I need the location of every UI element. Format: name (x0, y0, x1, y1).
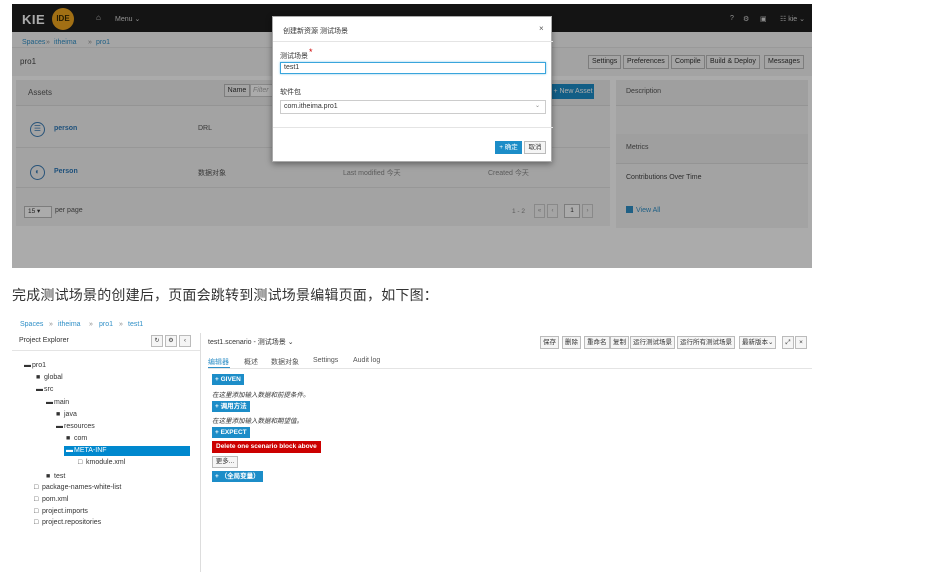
folder-open-icon: ▬ (46, 399, 53, 406)
editor-title: test1.scenario - 测试场景 ⌄ (208, 339, 294, 346)
folder-open-icon: ▬ (66, 447, 73, 454)
tree-item-com[interactable]: ■ com (66, 435, 87, 442)
tree-item-resources[interactable]: ▬resources (56, 423, 95, 430)
tree-item-pom[interactable]: □ pom.xml (34, 496, 68, 503)
scenario-name-input[interactable]: test1 (280, 62, 546, 74)
tab-data-objects[interactable]: 数据对象 (271, 357, 299, 367)
close-icon[interactable]: × (795, 336, 807, 349)
tree-item-pro1[interactable]: ▬pro1 (24, 362, 46, 369)
add-expect-button[interactable]: + EXPECT (212, 427, 250, 438)
folder-open-icon: ▬ (56, 423, 63, 430)
package-label: 软件包 (280, 89, 301, 96)
divider (273, 127, 553, 128)
file-icon: □ (78, 459, 83, 466)
save-button[interactable]: 保存 (540, 336, 559, 349)
call-method-button[interactable]: + 调用方法 (212, 401, 250, 412)
dialog-title: 创建新资源 测试场景 (283, 28, 348, 35)
caption-text: 完成测试场景的创建后，页面会跳转到测试场景编辑页面，如下图： (12, 288, 438, 304)
chevron-down-icon: ⌄ (535, 103, 541, 109)
tree-item-kmodule[interactable]: □ kmodule.xml (78, 459, 125, 466)
run-all-scenarios-button[interactable]: 运行所有测试场景 (677, 336, 735, 349)
tree-item-project-imports[interactable]: □ project.imports (34, 508, 88, 515)
call-method-hint: 在这里添加输入数据和期望值。 (212, 418, 303, 425)
folder-open-icon: ▬ (36, 386, 43, 393)
folder-icon: ■ (56, 411, 61, 418)
tab-audit-log[interactable]: Audit log (353, 357, 380, 364)
tree-item-main[interactable]: ▬main (46, 399, 69, 406)
tree-item-global[interactable]: ■ global (36, 374, 63, 381)
gear-icon[interactable]: ⚙ (165, 335, 177, 347)
tab-settings[interactable]: Settings (313, 357, 338, 364)
latest-version-dropdown[interactable]: 最新版本⌄ (739, 336, 777, 349)
tree-item-java[interactable]: ■ java (56, 411, 77, 418)
scenario-editor-screenshot: Spaces » itheima » pro1 » test1 Project … (12, 316, 812, 572)
tab-overview[interactable]: 概述 (244, 357, 258, 367)
breadcrumb-separator: » (119, 321, 123, 328)
breadcrumb-pro1[interactable]: pro1 (99, 321, 113, 328)
add-global-button[interactable]: + （全局变量） (212, 471, 263, 482)
maximize-icon[interactable]: ⤢ (782, 336, 794, 349)
breadcrumb-test1[interactable]: test1 (128, 321, 143, 328)
collapse-icon[interactable]: ‹ (179, 335, 191, 347)
create-asset-screenshot: KIE IDE ⌂ Menu ⌄ ? ⚙ ▣ ☷ kie ⌄ Spaces » … (12, 4, 812, 268)
tab-editor[interactable]: 编辑器 (208, 357, 229, 367)
breadcrumb-spaces[interactable]: Spaces (20, 321, 43, 328)
tree-item-package-names[interactable]: □ package-names-white-list (34, 484, 121, 491)
divider (273, 41, 553, 42)
package-select[interactable]: com.itheima.pro1 (280, 100, 546, 114)
breadcrumb-itheima[interactable]: itheima (58, 321, 81, 328)
file-icon: □ (34, 508, 39, 515)
rename-button[interactable]: 重命名 (584, 336, 610, 349)
breadcrumb-separator: » (89, 321, 93, 328)
close-icon[interactable]: × (539, 24, 544, 33)
folder-icon: ■ (46, 473, 51, 480)
file-icon: □ (34, 519, 39, 526)
required-mark: * (309, 47, 313, 57)
given-hint: 在这里添加输入数据和前提条件。 (212, 392, 310, 399)
delete-scenario-block-button[interactable]: Delete one scenario block above (212, 441, 321, 453)
tree-item-test[interactable]: ■ test (46, 473, 65, 480)
scenario-name-label: 测试场景 (280, 53, 308, 60)
project-explorer-title: Project Explorer (19, 337, 69, 344)
cancel-button[interactable]: 取消 (524, 141, 546, 154)
tree-item-meta-inf[interactable]: ▬META-INF (66, 447, 107, 454)
ok-button[interactable]: + 确定 (495, 141, 522, 154)
folder-icon: ■ (66, 435, 71, 442)
folder-icon: ■ (36, 374, 41, 381)
create-test-scenario-dialog: 创建新资源 测试场景 × 测试场景 * test1 软件包 com.itheim… (272, 16, 553, 162)
file-icon: □ (34, 496, 39, 503)
divider (200, 333, 201, 572)
add-given-button[interactable]: + GIVEN (212, 374, 244, 385)
tree-item-project-repositories[interactable]: □ project.repositories (34, 519, 101, 526)
divider (208, 368, 812, 369)
refresh-icon[interactable]: ↻ (151, 335, 163, 347)
delete-button[interactable]: 删除 (562, 336, 581, 349)
folder-open-icon: ▬ (24, 362, 31, 369)
tree-item-src[interactable]: ▬src (36, 386, 53, 393)
more-button[interactable]: 更多... (212, 456, 238, 468)
file-icon: □ (34, 484, 39, 491)
breadcrumb-separator: » (49, 321, 53, 328)
divider (12, 350, 200, 351)
run-scenario-button[interactable]: 运行测试场景 (630, 336, 675, 349)
copy-button[interactable]: 复制 (610, 336, 629, 349)
